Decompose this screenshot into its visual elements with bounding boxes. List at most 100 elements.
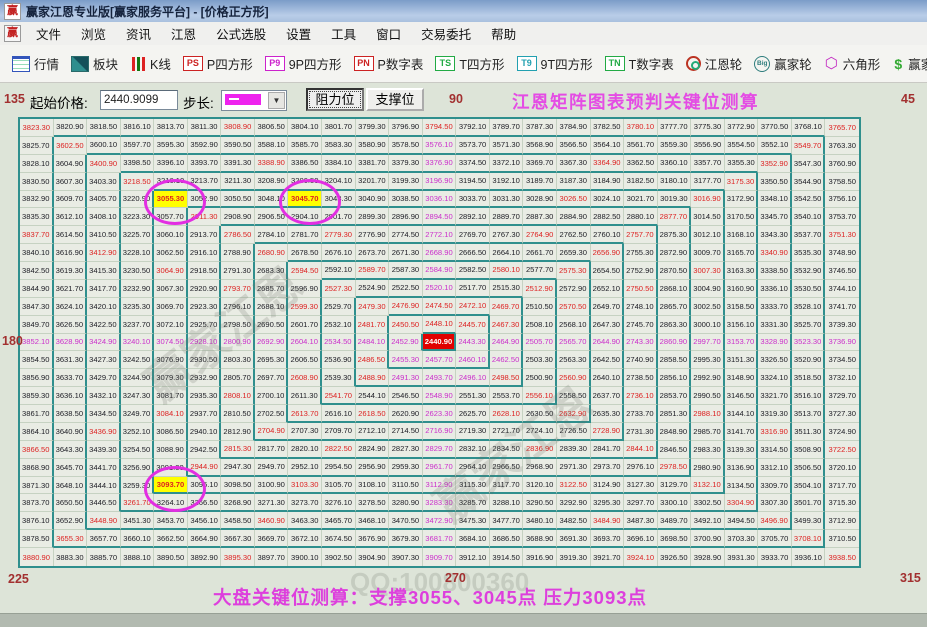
matrix-cell: 3780.10 xyxy=(624,119,658,137)
toolbar-item-行情[interactable]: 行情 xyxy=(12,54,59,73)
matrix-cell: 3655.30 xyxy=(53,530,88,549)
matrix-cell: 3585.70 xyxy=(288,136,323,155)
toolbar-label: K线 xyxy=(150,58,171,72)
matrix-cell: 3796.90 xyxy=(389,119,423,137)
matrix-cell: 3237.70 xyxy=(120,315,155,334)
matrix-cell: 3172.90 xyxy=(724,190,759,209)
matrix-cell: 2834.50 xyxy=(489,440,524,459)
matrix-cell: 2486.50 xyxy=(355,351,390,370)
matrix-cell: 3304.90 xyxy=(724,494,759,513)
matrix-cell: 2935.30 xyxy=(187,387,222,406)
menu-item-8[interactable]: 窗口 xyxy=(366,28,411,42)
matrix-cell: 3278.50 xyxy=(355,494,390,513)
matrix-cell: 3777.70 xyxy=(657,119,692,137)
toolbar-item-9T四方形[interactable]: T9 9T四方形 xyxy=(516,54,593,73)
toolbar-item-9P四方形[interactable]: P9 9P四方形 xyxy=(264,54,342,73)
matrix-cell: 2678.50 xyxy=(288,244,323,263)
hexagon-icon: ⬡ xyxy=(824,54,838,72)
matrix-cell: 2820.10 xyxy=(288,440,323,459)
matrix-cell: 3283.30 xyxy=(422,494,457,513)
toolbar-item-P数字表[interactable]: PN P数字表 xyxy=(353,54,423,73)
matrix-cell: 2671.30 xyxy=(389,244,423,263)
toolbar-item-P四方形[interactable]: PS P四方形 xyxy=(182,54,253,73)
support-button[interactable]: 支撑位 xyxy=(366,88,424,111)
matrix-cell: 3338.50 xyxy=(758,262,792,280)
matrix-cell: 3112.90 xyxy=(422,476,457,495)
menu-item-4[interactable]: 江恩 xyxy=(161,28,206,42)
matrix-cell: 3542.50 xyxy=(791,190,826,209)
resistance-button[interactable]: 阻力位 xyxy=(306,88,364,111)
matrix-cell: 3374.50 xyxy=(456,154,490,173)
matrix-cell: 2640.10 xyxy=(590,369,625,388)
matrix-cell: 3528.10 xyxy=(791,297,826,316)
matrix-cell: 2443.30 xyxy=(456,333,490,352)
step-label: 步长: xyxy=(183,96,214,111)
matrix-cell: 3928.90 xyxy=(691,548,725,566)
matrix-cell: 2472.10 xyxy=(456,297,490,316)
matrix-cell: 3451.30 xyxy=(120,512,155,531)
toolbar-item-T四方形[interactable]: TS T四方形 xyxy=(435,54,505,73)
matrix-cell: 2968.90 xyxy=(523,458,557,477)
menu-item-10[interactable]: 帮助 xyxy=(481,28,526,42)
matrix-cell: 2556.10 xyxy=(523,387,557,406)
matrix-cell: 2892.10 xyxy=(456,208,490,227)
matrix-cell: 3098.50 xyxy=(221,476,255,495)
toolbar-item-T数字表[interactable]: TN T数字表 xyxy=(604,54,674,73)
matrix-cell: 3847.30 xyxy=(20,297,54,316)
dropdown-arrow-icon[interactable]: ▼ xyxy=(268,92,285,109)
matrix-cell: 3669.70 xyxy=(254,530,289,549)
start-price-input[interactable] xyxy=(100,90,178,110)
matrix-cell: 2520.10 xyxy=(422,279,457,298)
matrix-cell: 3441.70 xyxy=(87,458,121,477)
matrix-cell: 3868.90 xyxy=(20,458,54,477)
matrix-center-cell: 2440.90 xyxy=(422,333,457,352)
matrix-cell: 2532.10 xyxy=(322,315,356,334)
matrix-cell: 2752.90 xyxy=(624,262,658,280)
matrix-cell: 3799.30 xyxy=(355,119,390,137)
toolbar-item-K线[interactable]: K线 xyxy=(130,54,171,73)
toolbar-item-赢家轮[interactable]: Big 赢家轮 xyxy=(754,54,812,73)
matrix-cell: 3674.50 xyxy=(322,530,356,549)
matrix-cell: 2628.10 xyxy=(489,405,524,423)
matrix-cell: 3456.10 xyxy=(187,512,222,531)
step-magenta-swatch xyxy=(225,94,261,105)
matrix-cell: 3160.90 xyxy=(724,279,759,298)
t-number-table-icon: TN xyxy=(604,56,625,71)
menu-item-3[interactable]: 资讯 xyxy=(116,28,161,42)
menu-item-1[interactable]: 文件 xyxy=(26,28,71,42)
step-color-dropdown[interactable]: ▼ xyxy=(221,90,287,111)
matrix-cell: 2587.30 xyxy=(389,262,423,280)
matrix-cell: 3405.70 xyxy=(87,190,121,209)
menu-item-7[interactable]: 工具 xyxy=(321,28,366,42)
matrix-cell: 3307.30 xyxy=(758,494,792,513)
toolbar-item-六角形[interactable]: ⬡ 六角形 xyxy=(824,54,881,73)
matrix-cell: 2630.50 xyxy=(523,405,557,423)
toolbar-label: 9P四方形 xyxy=(288,58,342,72)
matrix-cell: 3708.10 xyxy=(791,530,826,549)
menu-item-5[interactable]: 公式选股 xyxy=(206,28,276,42)
menu-item-9[interactable]: 交易委托 xyxy=(411,28,481,42)
matrix-cell: 3254.50 xyxy=(120,440,155,459)
matrix-cell: 2767.30 xyxy=(489,226,524,245)
toolbar-item-江恩轮[interactable]: 江恩轮 xyxy=(685,54,742,73)
menu-item-6[interactable]: 设置 xyxy=(276,28,321,42)
matrix-cell: 2738.50 xyxy=(624,369,658,388)
matrix-cell: 3115.30 xyxy=(456,476,490,495)
toolbar-item-板块[interactable]: 板块 xyxy=(71,54,118,73)
matrix-cell: 3892.90 xyxy=(188,548,222,566)
toolbar-item-赢家服务[interactable]: $ 赢家服务 xyxy=(892,54,927,73)
matrix-cell: 3024.10 xyxy=(590,190,625,209)
matrix-cell: 2966.50 xyxy=(489,458,524,477)
matrix-cell: 2548.90 xyxy=(422,387,457,406)
matrix-cell: 3715.30 xyxy=(825,494,859,513)
matrix-cell: 3266.50 xyxy=(187,494,222,513)
menu-item-2[interactable]: 浏览 xyxy=(71,28,116,42)
matrix-cell: 2661.70 xyxy=(523,244,557,263)
matrix-cell: 3758.50 xyxy=(825,173,859,191)
matrix-cell: 3825.70 xyxy=(20,136,54,155)
matrix-cell: 3153.70 xyxy=(724,333,759,352)
matrix-cell: 3396.10 xyxy=(154,154,188,173)
matrix-cell: 3314.50 xyxy=(758,440,792,459)
matrix-cell: 3760.90 xyxy=(825,155,859,173)
matrix-cell: 3568.90 xyxy=(523,136,557,155)
